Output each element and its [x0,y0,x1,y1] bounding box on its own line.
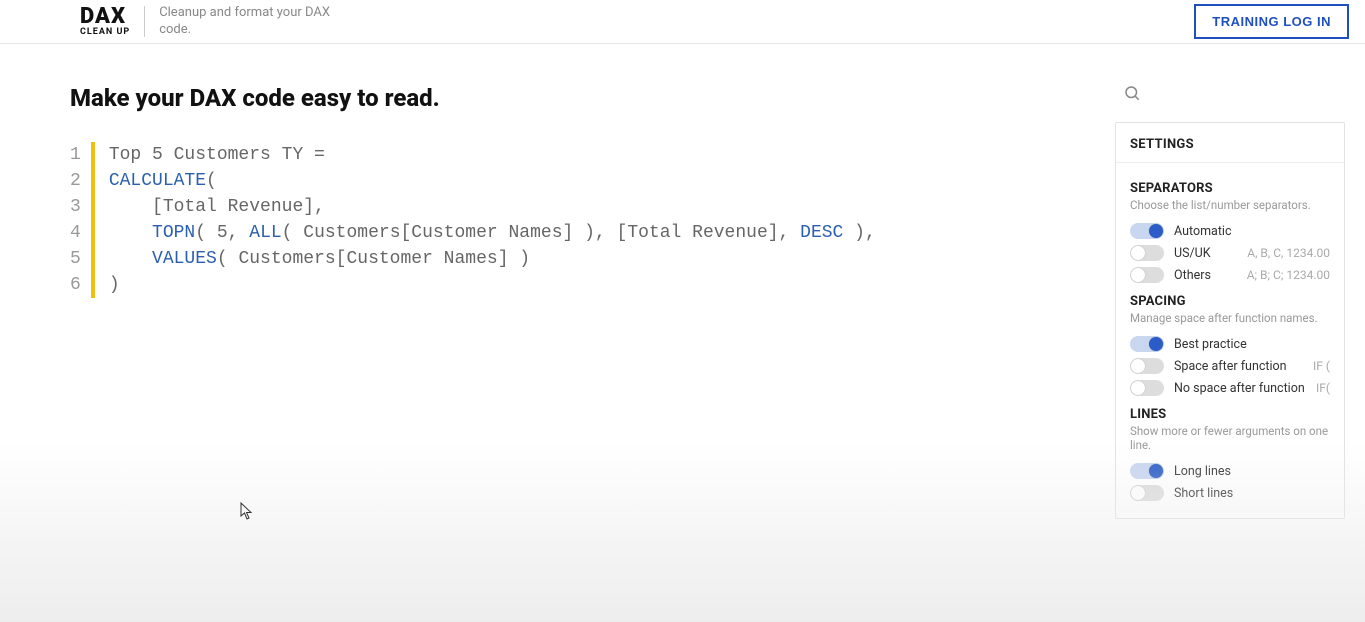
toggle[interactable] [1130,358,1164,374]
option-label: Others [1174,268,1211,283]
code-content[interactable]: Top 5 Customers TY =CALCULATE( [Total Re… [109,142,876,298]
code-line[interactable]: [Total Revenue], [109,194,876,220]
settings-option-row: Long lines [1130,460,1330,482]
settings-option-row: No space after function IF( [1130,377,1330,399]
line-number: 4 [70,220,81,246]
option-label: Best practice [1174,337,1247,352]
line-number: 1 [70,142,81,168]
settings-panel-title: SETTINGS [1116,123,1344,163]
settings-section-desc: Choose the list/number separators. [1130,198,1330,212]
option-label: Long lines [1174,464,1231,479]
logo-sub-text: CLEAN UP [80,28,130,37]
top-bar: DAX CLEAN UP Cleanup and format your DAX… [0,0,1365,44]
settings-section-desc: Manage space after function names. [1130,311,1330,325]
settings-section-desc: Show more or fewer arguments on one line… [1130,424,1330,452]
toggle[interactable] [1130,485,1164,501]
settings-panel: SETTINGS SEPARATORS Choose the list/numbe… [1115,122,1345,519]
toggle[interactable] [1130,463,1164,479]
toggle[interactable] [1130,380,1164,396]
settings-section-title: SEPARATORS [1130,181,1330,196]
option-hint: IF ( [1313,359,1330,373]
page-title: Make your DAX code easy to read. [70,84,1085,112]
logo[interactable]: DAX CLEAN UP [80,6,145,37]
settings-section-title: SPACING [1130,294,1330,309]
option-hint: A; B; C; 1234.00 [1247,268,1330,282]
option-label: Space after function [1174,359,1287,374]
settings-option-row: US/UK A, B, C, 1234.00 [1130,242,1330,264]
code-line[interactable]: TOPN( 5, ALL( Customers[Customer Names] … [109,220,876,246]
settings-option-row: Space after function IF ( [1130,355,1330,377]
editor-accent-bar [91,142,95,298]
line-number: 5 [70,246,81,272]
option-label: US/UK [1174,246,1211,261]
option-hint: A, B, C, 1234.00 [1247,246,1330,260]
toggle[interactable] [1130,336,1164,352]
code-editor[interactable]: 123456 Top 5 Customers TY =CALCULATE( [T… [70,142,1085,298]
training-login-button[interactable]: TRAINING LOG IN [1194,4,1349,39]
line-number: 6 [70,272,81,298]
line-number: 3 [70,194,81,220]
code-line[interactable]: CALCULATE( [109,168,876,194]
settings-section-title: LINES [1130,407,1330,422]
line-number-gutter: 123456 [70,142,91,298]
option-label: Short lines [1174,486,1233,501]
code-line[interactable]: VALUES( Customers[Customer Names] ) [109,246,876,272]
search-icon[interactable] [1123,84,1141,102]
settings-option-row: Others A; B; C; 1234.00 [1130,264,1330,286]
code-line[interactable]: ) [109,272,876,298]
toggle[interactable] [1130,245,1164,261]
logo-main-text: DAX [80,6,130,28]
toggle[interactable] [1130,223,1164,239]
code-line[interactable]: Top 5 Customers TY = [109,142,876,168]
line-number: 2 [70,168,81,194]
option-label: Automatic [1174,224,1232,239]
settings-option-row: Short lines [1130,482,1330,504]
tagline: Cleanup and format your DAX code. [159,5,359,39]
toggle[interactable] [1130,267,1164,283]
option-hint: IF( [1316,381,1330,395]
option-label: No space after function [1174,381,1305,396]
settings-option-row: Best practice [1130,333,1330,355]
settings-option-row: Automatic [1130,220,1330,242]
